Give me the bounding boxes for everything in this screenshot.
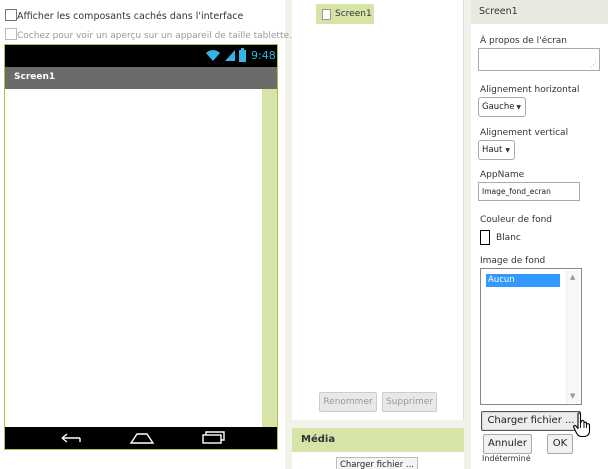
tablet-preview-label: Cochez pour voir un aperçu sur un appare… [17, 31, 292, 41]
viewer-panel: Afficher les composants cachés dans l'in… [0, 0, 292, 469]
rename-button[interactable]: Renommer [319, 392, 377, 412]
recent-apps-icon [202, 431, 225, 444]
component-tree-item-screen1[interactable]: Screen1 [316, 4, 374, 24]
battery-icon [239, 48, 246, 62]
wifi-icon [206, 50, 220, 61]
media-header: Média [292, 428, 464, 452]
home-icon [129, 433, 155, 444]
partial-property-value: Indéterminé [482, 455, 531, 462]
upload-file-button[interactable]: Charger fichier ... [481, 411, 581, 431]
screen-title: Screen1 [14, 72, 56, 82]
background-image-option[interactable]: Aucun [486, 274, 560, 287]
appname-label: AppName [480, 170, 525, 180]
properties-title: Screen1 [479, 6, 518, 17]
align-horizontal-label: Alignement horizontal [480, 85, 580, 95]
align-vertical-label: Alignement vertical [480, 128, 569, 138]
background-image-label: Image de fond [480, 256, 546, 266]
show-hidden-label: Afficher les composants cachés dans l'in… [17, 11, 244, 22]
media-title: Média [301, 434, 336, 445]
screen-icon [322, 9, 331, 20]
components-panel: Screen1 Renommer Supprimer [292, 0, 464, 420]
scroll-up-icon[interactable]: ▲ [570, 273, 575, 281]
align-vertical-select[interactable]: Haut ▼ [478, 140, 515, 160]
component-tree-label: Screen1 [335, 9, 372, 19]
screen-canvas[interactable] [5, 89, 277, 427]
phone-status-bar: 9:48 [5, 45, 277, 67]
about-screen-label: À propos de l'écran [480, 36, 567, 46]
align-horizontal-value: Gauche [482, 102, 515, 112]
ok-button[interactable]: OK [547, 434, 573, 454]
screen-title-bar: Screen1 [5, 67, 277, 89]
align-horizontal-select[interactable]: Gauche ▼ [478, 97, 526, 117]
back-icon [61, 433, 81, 443]
hand-cursor-icon [573, 412, 591, 438]
scroll-down-icon[interactable]: ▼ [570, 392, 575, 400]
color-swatch[interactable] [480, 230, 490, 245]
tablet-preview-checkbox[interactable] [5, 28, 17, 40]
appname-input[interactable]: Image_fond_ecran [478, 182, 580, 201]
properties-header: Screen1 [471, 0, 608, 24]
show-hidden-checkbox[interactable] [5, 9, 17, 21]
background-image-listbox[interactable]: Aucun ▲ ▼ [480, 268, 582, 405]
signal-icon [225, 50, 235, 61]
about-screen-textarea[interactable]: ⋰ [478, 48, 600, 71]
delete-button[interactable]: Supprimer [382, 392, 437, 412]
screen-scrollbar[interactable] [262, 89, 277, 427]
cancel-button[interactable]: Annuler [483, 434, 532, 454]
listbox-scrollbar[interactable]: ▲ ▼ [566, 270, 580, 403]
dropdown-arrow-icon: ▼ [505, 147, 510, 154]
dropdown-arrow-icon: ▼ [516, 104, 521, 111]
properties-panel: Screen1 À propos de l'écran ⋰ Alignement… [471, 0, 608, 469]
phone-nav-bar [5, 427, 277, 449]
align-vertical-value: Haut [482, 145, 503, 155]
clock-time: 9:48 [251, 49, 276, 62]
phone-preview: 9:48 Screen1 [4, 44, 278, 450]
resize-grip-icon[interactable]: ⋰ [590, 62, 597, 69]
background-color-label: Couleur de fond [480, 215, 552, 225]
media-panel: Charger fichier ... [292, 452, 464, 469]
background-color-value[interactable]: Blanc [496, 233, 521, 243]
media-upload-button[interactable]: Charger fichier ... [336, 457, 418, 469]
